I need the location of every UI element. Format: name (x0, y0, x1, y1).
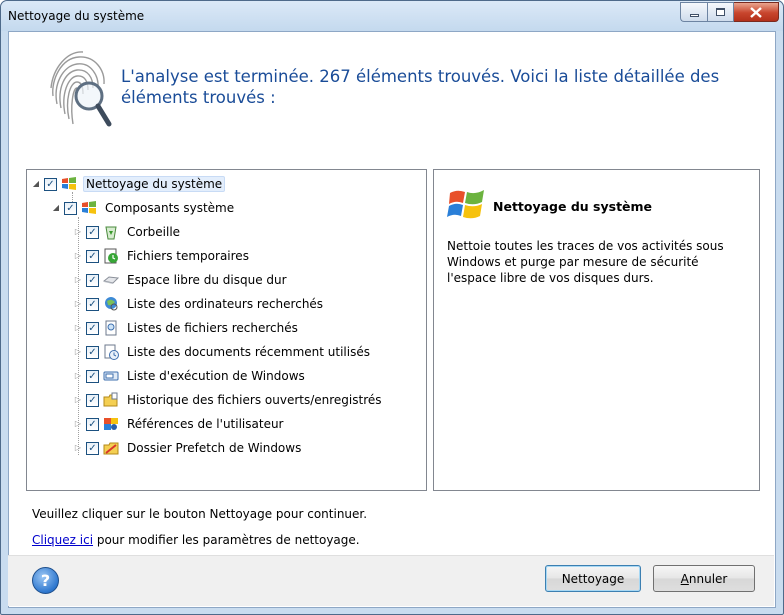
tree-item-row[interactable]: ▷ ✓ Espace libre du disque dur (73, 270, 289, 290)
recycle-bin-icon (103, 224, 119, 240)
tree-root-row[interactable]: ◢ ✓ Nettoyage du système (31, 174, 226, 194)
tree-item-checkbox[interactable]: ✓ (86, 225, 99, 239)
tree-item-label: Espace libre du disque dur (127, 273, 287, 287)
expand-arrow-icon[interactable]: ▷ (73, 419, 83, 429)
maximize-button[interactable] (707, 2, 734, 22)
collapse-arrow-icon[interactable]: ◢ (51, 203, 61, 213)
open-save-history-icon (103, 392, 119, 408)
windows-logo-icon (447, 190, 484, 219)
expand-arrow-icon[interactable]: ▷ (73, 227, 83, 237)
window-title: Nettoyage du système (8, 9, 145, 23)
settings-link[interactable]: Cliquez ici (32, 533, 93, 547)
tree-item-row[interactable]: ▷ ✓ Listes de fichiers recherchés (73, 318, 300, 338)
tree-item-checkbox[interactable]: ✓ (86, 249, 99, 263)
help-button[interactable]: ? (32, 567, 59, 594)
expand-arrow-icon[interactable]: ▷ (73, 275, 83, 285)
cancel-accelerator: A (680, 571, 689, 586)
maximize-icon (716, 8, 725, 16)
settings-instruction-suffix: pour modifier les paramètres de nettoyag… (93, 533, 360, 547)
tree-item-checkbox[interactable]: ✓ (86, 393, 99, 407)
tree-item-row[interactable]: ▷ ✓ Historique des fichiers ouverts/enre… (73, 390, 384, 410)
tree-item-checkbox[interactable]: ✓ (86, 441, 99, 455)
expand-arrow-icon[interactable]: ▷ (73, 443, 83, 453)
tree-item-row[interactable]: ▷ ✓ Liste des documents récemment utilis… (73, 342, 372, 362)
title-bar[interactable]: Nettoyage du système (1, 1, 783, 31)
temp-files-icon (103, 248, 119, 264)
minimize-icon (689, 13, 699, 17)
tree-item-label: Dossier Prefetch de Windows (127, 441, 302, 455)
tree-item-checkbox[interactable]: ✓ (86, 297, 99, 311)
tree-item-checkbox[interactable]: ✓ (86, 321, 99, 335)
windows-logo-icon (81, 200, 97, 216)
expand-arrow-icon[interactable]: ▷ (73, 299, 83, 309)
close-icon (750, 6, 762, 18)
expand-arrow-icon[interactable]: ▷ (73, 395, 83, 405)
fingerprint-magnifier-icon (50, 51, 112, 127)
hard-disk-icon (103, 272, 119, 288)
run-dialog-icon (103, 368, 119, 384)
computer-search-icon (103, 296, 119, 312)
help-icon: ? (40, 571, 51, 590)
tree-group-label: Composants système (105, 201, 235, 215)
tree-item-label: Corbeille (127, 225, 181, 239)
tree-root-checkbox[interactable]: ✓ (44, 177, 57, 191)
prefetch-folder-icon (103, 440, 119, 456)
recent-documents-icon (103, 344, 119, 360)
collapse-arrow-icon[interactable]: ◢ (31, 179, 41, 189)
windows-logo-icon (61, 176, 77, 192)
tree-item-row[interactable]: ▷ ✓ Corbeille (73, 222, 182, 242)
cleanup-button[interactable]: Nettoyage (545, 565, 641, 592)
window-controls (680, 2, 779, 22)
expand-arrow-icon[interactable]: ▷ (73, 347, 83, 357)
tree-item-row[interactable]: ▷ ✓ Liste des ordinateurs recherchés (73, 294, 325, 314)
tree-item-label: Références de l'utilisateur (127, 417, 284, 431)
close-button[interactable] (734, 2, 779, 22)
user-references-icon (103, 416, 119, 432)
settings-instruction: Cliquez ici pour modifier les paramètres… (32, 533, 360, 547)
description-title: Nettoyage du système (493, 199, 653, 214)
file-search-icon (103, 320, 119, 336)
tree-item-checkbox[interactable]: ✓ (86, 369, 99, 383)
expand-arrow-icon[interactable]: ▷ (73, 251, 83, 261)
tree-group-checkbox[interactable]: ✓ (64, 201, 77, 215)
description-text: Nettoie toutes les traces de vos activit… (447, 239, 724, 285)
minimize-button[interactable] (680, 2, 707, 22)
expand-arrow-icon[interactable]: ▷ (73, 371, 83, 381)
tree-item-label: Liste d'exécution de Windows (127, 369, 305, 383)
tree-item-label: Liste des documents récemment utilisés (127, 345, 370, 359)
tree-item-checkbox[interactable]: ✓ (86, 345, 99, 359)
cancel-button[interactable]: Annuler (653, 565, 755, 592)
tree-item-checkbox[interactable]: ✓ (86, 273, 99, 287)
tree-item-label: Historique des fichiers ouverts/enregist… (127, 393, 382, 407)
tree-item-row[interactable]: ▷ ✓ Références de l'utilisateur (73, 414, 286, 434)
tree-item-label: Fichiers temporaires (127, 249, 249, 263)
tree-group-row[interactable]: ◢ ✓ Composants système (51, 198, 236, 218)
continue-instruction: Veuillez cliquer sur le bouton Nettoyage… (32, 507, 368, 521)
cleanup-button-label: Nettoyage (561, 571, 625, 586)
tree-item-row[interactable]: ▷ ✓ Liste d'exécution de Windows (73, 366, 307, 386)
tree-root-label: Nettoyage du système (83, 176, 226, 192)
cancel-button-label: nnuler (688, 571, 728, 586)
tree-item-label: Listes de fichiers recherchés (127, 321, 298, 335)
tree-item-row[interactable]: ▷ ✓ Dossier Prefetch de Windows (73, 438, 303, 458)
tree-item-checkbox[interactable]: ✓ (86, 417, 99, 431)
tree-item-label: Liste des ordinateurs recherchés (127, 297, 324, 311)
analysis-result-message: L'analyse est terminée. 267 éléments tro… (121, 67, 720, 107)
tree-item-row[interactable]: ▷ ✓ Fichiers temporaires (73, 246, 251, 266)
expand-arrow-icon[interactable]: ▷ (73, 323, 83, 333)
